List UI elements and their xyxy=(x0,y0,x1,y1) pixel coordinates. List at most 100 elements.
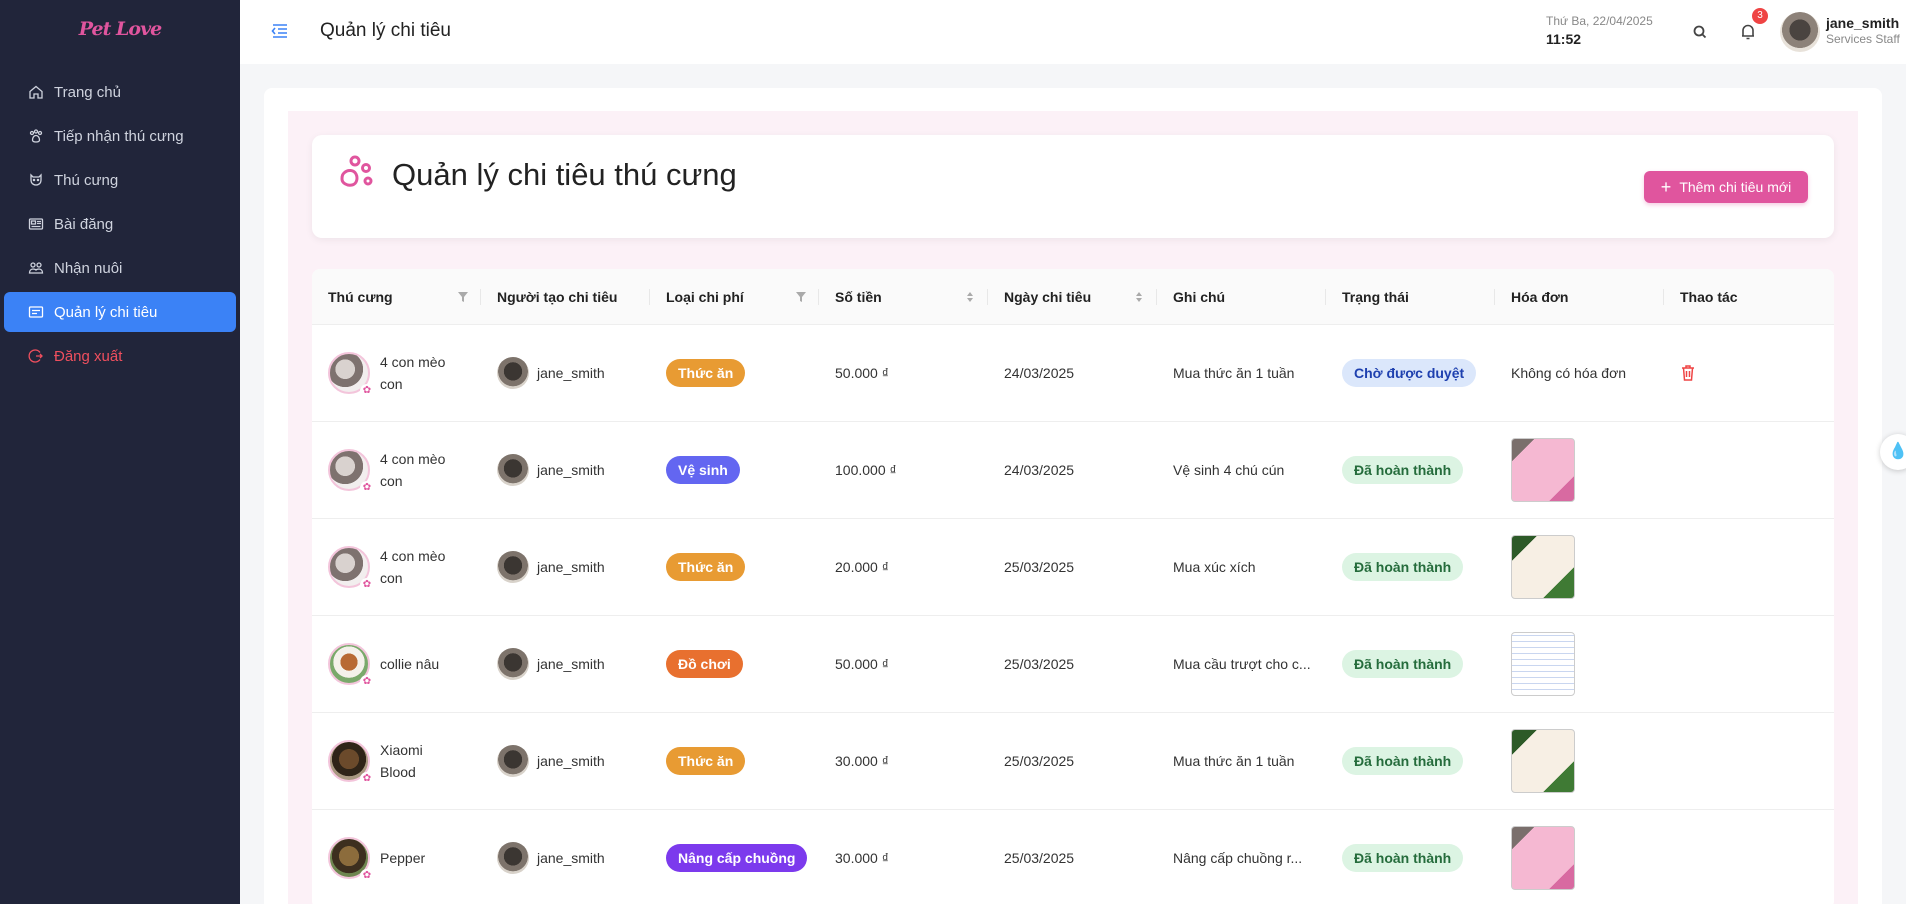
pet-name[interactable]: 4 con mèo con xyxy=(380,545,452,590)
column-header-type[interactable]: Loại chi phí xyxy=(650,269,819,325)
sidebar-item-posts[interactable]: Bài đăng xyxy=(4,204,236,244)
heart-icon: ✿ xyxy=(360,772,374,786)
creator-avatar xyxy=(497,745,529,777)
note-cell: Vệ sinh 4 chú cún xyxy=(1173,462,1285,478)
creator-avatar xyxy=(497,454,529,486)
bell-icon[interactable] xyxy=(1738,20,1758,42)
pet-name[interactable]: 4 con mèo con xyxy=(380,351,452,396)
pet-avatar[interactable]: ✿ xyxy=(328,643,374,689)
expense-type-cell: Đồ chơi xyxy=(650,616,819,712)
pet-name[interactable]: Pepper xyxy=(380,847,452,869)
actions-cell xyxy=(1664,713,1834,809)
column-header-amount[interactable]: Số tiền xyxy=(819,269,988,325)
creator-name: jane_smith xyxy=(537,365,605,381)
sidebar-item-label: Tiếp nhận thú cưng xyxy=(54,127,184,145)
sidebar-item-pets[interactable]: Thú cưng xyxy=(4,160,236,200)
pet-name[interactable]: collie nâu xyxy=(380,653,452,675)
table-row[interactable]: ✿ 4 con mèo con jane_smith Thức ăn 50.00… xyxy=(312,325,1834,422)
user-name: jane_smith xyxy=(1826,15,1900,31)
sort-icon[interactable] xyxy=(964,290,976,304)
wallet-icon xyxy=(28,306,44,318)
pet-avatar[interactable]: ✿ xyxy=(328,352,374,398)
pet-name[interactable]: Xiaomi Blood xyxy=(380,739,452,784)
app-logo[interactable]: Pet Love xyxy=(0,0,240,58)
menu-toggle-icon[interactable] xyxy=(270,20,290,42)
expense-type-tag: Vệ sinh xyxy=(666,456,740,484)
pet-avatar[interactable]: ✿ xyxy=(328,740,374,786)
chat-bubble-icon[interactable]: 💧 xyxy=(1880,434,1906,470)
expense-type-tag: Thức ăn xyxy=(666,359,746,387)
no-invoice-text: Không có hóa đơn xyxy=(1511,365,1627,381)
filter-icon[interactable] xyxy=(457,290,469,304)
invoice-thumbnail[interactable] xyxy=(1511,535,1575,599)
pet-cell: ✿ Xiaomi Blood xyxy=(312,713,481,809)
heart-icon: ✿ xyxy=(360,869,374,883)
heart-icon: ✿ xyxy=(360,384,374,398)
date-cell: 25/03/2025 xyxy=(1004,559,1075,575)
sidebar-item-label: Quản lý chi tiêu xyxy=(54,303,158,321)
date-time: Thứ Ba, 22/04/2025 11:52 xyxy=(1546,14,1653,48)
invoice-thumbnail[interactable] xyxy=(1511,632,1575,696)
pet-avatar[interactable]: ✿ xyxy=(328,837,374,883)
sidebar-nav: Trang chủ Tiếp nhận thú cưng Thú cưng Bà… xyxy=(0,58,240,376)
status-cell: Đã hoàn thành xyxy=(1326,422,1495,518)
creator-cell: jane_smith xyxy=(481,325,650,421)
table-row[interactable]: ✿ 4 con mèo con jane_smith Thức ăn 20.00… xyxy=(312,519,1834,616)
pet-avatar[interactable]: ✿ xyxy=(328,546,374,592)
user-avatar[interactable] xyxy=(1780,12,1820,52)
user-info[interactable]: jane_smith Services Staff xyxy=(1826,14,1900,48)
home-icon xyxy=(29,85,43,99)
pet-cell: ✿ Pepper xyxy=(312,810,481,904)
status-badge: Đã hoàn thành xyxy=(1342,650,1464,678)
expense-type-cell: Vệ sinh xyxy=(650,422,819,518)
sort-icon[interactable] xyxy=(1133,290,1145,304)
invoice-thumbnail[interactable] xyxy=(1511,438,1575,502)
amount-cell: 50.000 ₫ xyxy=(835,365,889,381)
invoice-thumbnail[interactable] xyxy=(1511,826,1575,890)
current-time: 11:52 xyxy=(1546,30,1582,47)
invoice-cell xyxy=(1495,519,1664,615)
pet-avatar[interactable]: ✿ xyxy=(328,449,374,495)
invoice-cell xyxy=(1495,616,1664,712)
user-role: Services Staff xyxy=(1826,32,1900,47)
filter-icon[interactable] xyxy=(795,290,807,304)
add-expense-button[interactable]: + Thêm chi tiêu mới xyxy=(1644,171,1808,203)
amount-cell: 30.000 ₫ xyxy=(835,753,889,769)
sidebar-item-home[interactable]: Trang chủ xyxy=(4,72,236,112)
heart-icon: ✿ xyxy=(360,481,374,495)
creator-cell: jane_smith xyxy=(481,422,650,518)
sidebar-item-pet-intake[interactable]: Tiếp nhận thú cưng xyxy=(4,116,236,156)
sidebar-item-adoption[interactable]: Nhận nuôi xyxy=(4,248,236,288)
sidebar-item-label: Thú cưng xyxy=(54,171,119,189)
creator-avatar xyxy=(497,648,529,680)
sidebar-item-logout[interactable]: Đăng xuất xyxy=(4,336,236,376)
date-cell: 25/03/2025 xyxy=(1004,850,1075,866)
table-row[interactable]: ✿ 4 con mèo con jane_smith Vệ sinh 100.0… xyxy=(312,422,1834,519)
status-badge: Đã hoàn thành xyxy=(1342,456,1464,484)
status-badge: Chờ được duyệt xyxy=(1342,359,1477,387)
invoice-thumbnail[interactable] xyxy=(1511,729,1575,793)
expense-table: Thú cưng Người tạo chi tiêu Loại chi phí… xyxy=(312,269,1834,904)
creator-name: jane_smith xyxy=(537,559,605,575)
creator-avatar xyxy=(497,357,529,389)
creator-name: jane_smith xyxy=(537,656,605,672)
column-header-date[interactable]: Ngày chi tiêu xyxy=(988,269,1157,325)
creator-avatar xyxy=(497,551,529,583)
status-cell: Đã hoàn thành xyxy=(1326,616,1495,712)
status-cell: Đã hoàn thành xyxy=(1326,713,1495,809)
column-header-pet[interactable]: Thú cưng xyxy=(312,269,481,325)
table-row[interactable]: ✿ Xiaomi Blood jane_smith Thức ăn 30.000… xyxy=(312,713,1834,810)
sidebar-item-expenses[interactable]: Quản lý chi tiêu xyxy=(4,292,236,332)
search-icon[interactable] xyxy=(1690,20,1710,42)
table-row[interactable]: ✿ collie nâu jane_smith Đồ chơi 50.000 ₫… xyxy=(312,616,1834,713)
table-row[interactable]: ✿ Pepper jane_smith Nâng cấp chuồng 30.0… xyxy=(312,810,1834,904)
trash-icon[interactable] xyxy=(1680,364,1696,382)
notification-badge: 3 xyxy=(1752,8,1768,24)
pet-name[interactable]: 4 con mèo con xyxy=(380,448,452,493)
status-cell: Đã hoàn thành xyxy=(1326,810,1495,904)
status-badge: Đã hoàn thành xyxy=(1342,747,1464,775)
note-cell: Mua thức ăn 1 tuần xyxy=(1173,365,1295,381)
amount-cell: 20.000 ₫ xyxy=(835,559,889,575)
status-cell: Đã hoàn thành xyxy=(1326,519,1495,615)
adopt-icon xyxy=(28,262,44,274)
